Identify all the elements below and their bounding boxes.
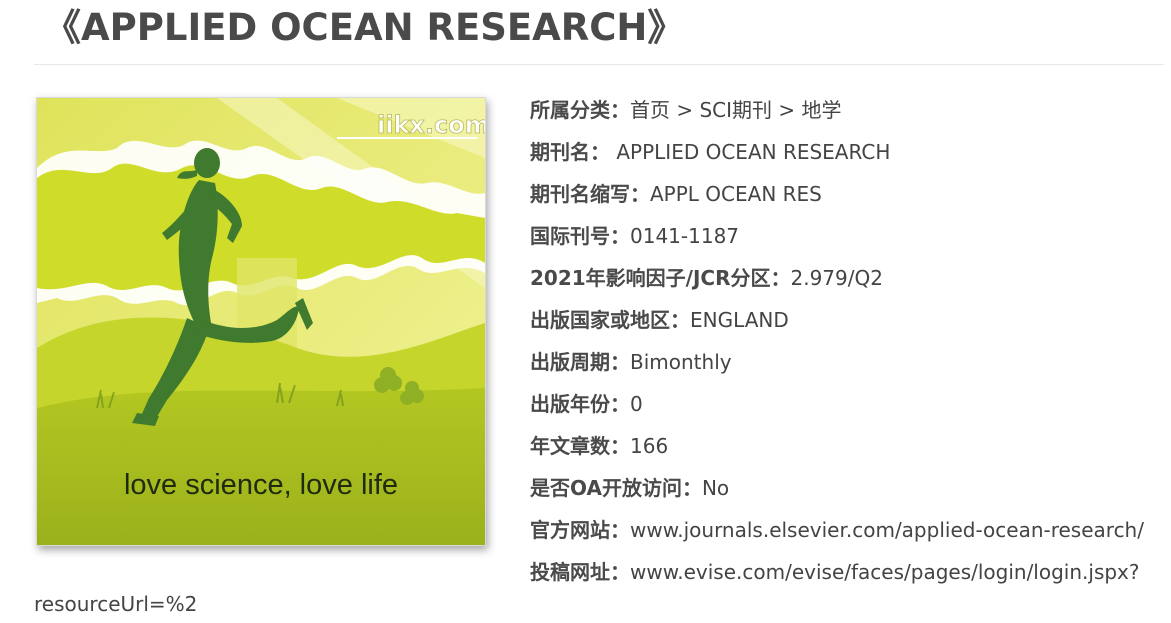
open-access-value: No [701,476,730,500]
info-row-open-access: 是否OA开放访问：No [530,467,1170,509]
journal-name-label: 期刊名： [530,140,610,164]
info-row-website: 官方网站：www.journals.elsevier.com/applied-o… [530,509,1170,551]
info-row-publish-year: 出版年份：0 [530,383,1170,425]
cover-watermark-text: iikx.com [377,111,485,139]
info-row-impact-factor: 2021年影响因子/JCR分区：2.979/Q2 [530,257,1170,299]
country-value: ENGLAND [690,308,789,332]
cover-illustration: iikx.com love science, love life [37,98,485,545]
info-row-journal-name: 期刊名： APPLIED OCEAN RESEARCH [530,131,1170,173]
open-access-label: 是否OA开放访问： [530,476,702,500]
cover-slogan-text: love science, love life [124,469,398,501]
info-row-country: 出版国家或地区：ENGLAND [530,299,1170,341]
submission-link-continuation[interactable]: resourceUrl=%2 [34,584,197,623]
breadcrumb-separator: > [670,98,700,122]
page-title: 《APPLIED OCEAN RESEARCH》 [44,6,685,49]
impact-factor-label: 2021年影响因子/JCR分区： [530,266,791,290]
breadcrumb-separator: > [772,98,802,122]
title-divider [34,64,1164,65]
journal-name-value: APPLIED OCEAN RESEARCH [610,140,891,164]
info-row-article-count: 年文章数：166 [530,425,1170,467]
impact-factor-value: 2.979/Q2 [790,266,883,290]
journal-detail-page: 《APPLIED OCEAN RESEARCH》 iikx.com love s… [0,0,1171,623]
info-row-category: 所属分类：首页 > SCI期刊 > 地学 [530,89,1170,131]
frequency-value: Bimonthly [630,350,732,374]
publish-year-label: 出版年份： [530,392,630,416]
issn-value: 0141-1187 [630,224,740,248]
article-count-value: 166 [630,434,669,458]
submission-label: 投稿网址： [530,560,630,584]
breadcrumb-sci-link[interactable]: SCI期刊 [699,98,772,122]
info-row-abbreviation: 期刊名缩写：APPL OCEAN RES [530,173,1170,215]
frequency-label: 出版周期： [530,350,630,374]
publish-year-value: 0 [630,392,643,416]
category-label: 所属分类： [530,98,630,122]
country-label: 出版国家或地区： [530,308,690,332]
info-row-issn: 国际刊号：0141-1187 [530,215,1170,257]
journal-info-list: 所属分类：首页 > SCI期刊 > 地学 期刊名： APPLIED OCEAN … [530,89,1170,593]
info-row-submission: 投稿网址：www.evise.com/evise/faces/pages/log… [530,551,1170,593]
abbreviation-label: 期刊名缩写： [530,182,650,206]
journal-cover-image: iikx.com love science, love life [36,97,486,546]
breadcrumb-home-link[interactable]: 首页 [630,98,670,122]
issn-label: 国际刊号： [530,224,630,248]
abbreviation-value: APPL OCEAN RES [650,182,822,206]
breadcrumb-geo-link[interactable]: 地学 [802,98,842,122]
website-link[interactable]: www.journals.elsevier.com/applied-ocean-… [630,518,1144,542]
website-label: 官方网站： [530,518,630,542]
article-count-label: 年文章数： [530,434,630,458]
submission-link[interactable]: www.evise.com/evise/faces/pages/login/lo… [630,560,1140,584]
info-row-frequency: 出版周期：Bimonthly [530,341,1170,383]
